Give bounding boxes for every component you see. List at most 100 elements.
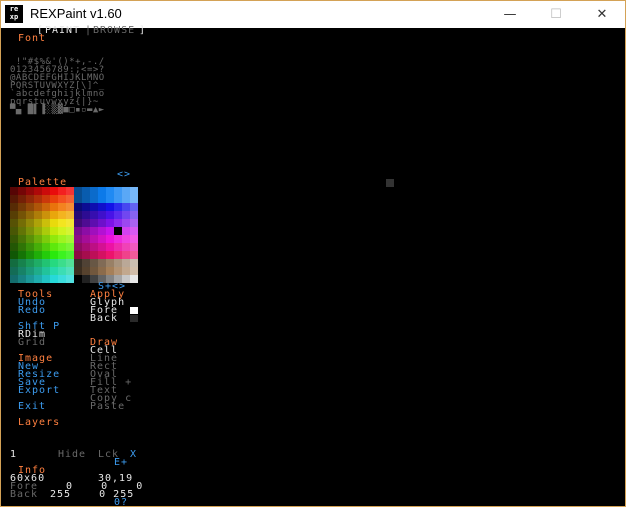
minimize-button[interactable]: — xyxy=(487,1,533,28)
palette-swatch[interactable] xyxy=(90,203,98,211)
palette-swatch[interactable] xyxy=(106,227,114,235)
palette-swatch[interactable] xyxy=(34,275,42,283)
palette-swatch[interactable] xyxy=(98,203,106,211)
palette-swatch[interactable] xyxy=(34,227,42,235)
palette-swatch[interactable] xyxy=(82,227,90,235)
palette-swatch[interactable] xyxy=(58,227,66,235)
palette-swatch[interactable] xyxy=(122,235,130,243)
palette-swatch[interactable] xyxy=(10,235,18,243)
palette-swatch[interactable] xyxy=(114,243,122,251)
palette-swatch[interactable] xyxy=(42,187,50,195)
redo-button[interactable]: Redo xyxy=(18,306,46,316)
palette-swatch[interactable] xyxy=(66,259,74,267)
palette-swatch[interactable] xyxy=(114,235,122,243)
palette-swatch[interactable] xyxy=(34,243,42,251)
palette-swatch[interactable] xyxy=(42,219,50,227)
palette-swatch[interactable] xyxy=(122,243,130,251)
palette-swatch[interactable] xyxy=(42,275,50,283)
palette-swatch[interactable] xyxy=(66,251,74,259)
palette-swatch[interactable] xyxy=(50,235,58,243)
palette-swatch[interactable] xyxy=(26,203,34,211)
palette-swatch[interactable] xyxy=(18,267,26,275)
palette-swatch[interactable] xyxy=(122,203,130,211)
palette-swatch[interactable] xyxy=(82,211,90,219)
palette-swatch[interactable] xyxy=(106,267,114,275)
palette-swatch[interactable] xyxy=(74,251,82,259)
palette-swatch[interactable] xyxy=(90,275,98,283)
palette-swatch[interactable] xyxy=(58,203,66,211)
palette-swatch[interactable] xyxy=(66,267,74,275)
palette-swatch[interactable] xyxy=(10,259,18,267)
palette-swatch[interactable] xyxy=(50,275,58,283)
palette-swatch[interactable] xyxy=(90,211,98,219)
palette-swatch[interactable] xyxy=(114,195,122,203)
palette-color-grid[interactable] xyxy=(10,187,138,283)
palette-swatch[interactable] xyxy=(106,219,114,227)
palette-swatch[interactable] xyxy=(50,259,58,267)
palette-swatch[interactable] xyxy=(106,259,114,267)
draw-paste-tool[interactable]: Paste xyxy=(90,402,125,412)
back-color-swatch[interactable] xyxy=(130,315,138,322)
palette-swatch[interactable] xyxy=(66,203,74,211)
palette-swatch[interactable] xyxy=(82,259,90,267)
palette-swatch[interactable] xyxy=(58,243,66,251)
palette-swatch[interactable] xyxy=(98,219,106,227)
palette-swatch[interactable] xyxy=(10,275,18,283)
palette-swatch[interactable] xyxy=(26,259,34,267)
palette-swatch[interactable] xyxy=(50,227,58,235)
palette-swatch[interactable] xyxy=(34,219,42,227)
palette-swatch[interactable] xyxy=(74,187,82,195)
palette-swatch[interactable] xyxy=(58,235,66,243)
palette-swatch[interactable] xyxy=(42,267,50,275)
palette-swatch[interactable] xyxy=(122,259,130,267)
palette-swatch[interactable] xyxy=(130,227,138,235)
palette-swatch[interactable] xyxy=(18,235,26,243)
palette-swatch[interactable] xyxy=(42,227,50,235)
palette-swatch[interactable] xyxy=(130,203,138,211)
palette-swatch[interactable] xyxy=(34,187,42,195)
palette-swatch[interactable] xyxy=(58,211,66,219)
palette-swatch[interactable] xyxy=(34,203,42,211)
palette-swatch[interactable] xyxy=(26,267,34,275)
palette-swatch[interactable] xyxy=(50,187,58,195)
palette-swatch[interactable] xyxy=(122,187,130,195)
palette-swatch[interactable] xyxy=(26,211,34,219)
palette-swatch[interactable] xyxy=(98,235,106,243)
palette-swatch[interactable] xyxy=(18,219,26,227)
palette-swatch[interactable] xyxy=(106,203,114,211)
palette-swatch[interactable] xyxy=(130,211,138,219)
palette-swatch[interactable] xyxy=(74,203,82,211)
palette-swatch[interactable] xyxy=(98,243,106,251)
palette-swatch[interactable] xyxy=(98,227,106,235)
palette-swatch[interactable] xyxy=(66,275,74,283)
palette-swatch[interactable] xyxy=(34,251,42,259)
palette-swatch[interactable] xyxy=(66,235,74,243)
palette-swatch[interactable] xyxy=(98,251,106,259)
palette-swatch[interactable] xyxy=(130,219,138,227)
palette-swatch[interactable] xyxy=(114,251,122,259)
palette-swatch[interactable] xyxy=(18,187,26,195)
palette-swatch[interactable] xyxy=(90,251,98,259)
palette-swatch[interactable] xyxy=(10,267,18,275)
palette-swatch[interactable] xyxy=(74,227,82,235)
palette-swatch[interactable] xyxy=(10,195,18,203)
palette-swatch[interactable] xyxy=(58,267,66,275)
palette-nav-arrows[interactable]: <> xyxy=(117,170,131,180)
palette-swatch[interactable] xyxy=(66,195,74,203)
palette-swatch[interactable] xyxy=(74,243,82,251)
palette-swatch[interactable] xyxy=(50,203,58,211)
palette-swatch[interactable] xyxy=(122,251,130,259)
palette-swatch[interactable] xyxy=(34,211,42,219)
palette-swatch[interactable] xyxy=(90,187,98,195)
palette-swatch[interactable] xyxy=(58,275,66,283)
layer-delete-button[interactable]: X xyxy=(130,450,137,460)
palette-swatch[interactable] xyxy=(58,195,66,203)
palette-swatch[interactable] xyxy=(50,219,58,227)
palette-swatch[interactable] xyxy=(90,243,98,251)
palette-swatch[interactable] xyxy=(26,251,34,259)
palette-swatch[interactable] xyxy=(130,275,138,283)
close-button[interactable]: ✕ xyxy=(579,1,625,28)
palette-swatch[interactable] xyxy=(82,243,90,251)
palette-swatch[interactable] xyxy=(106,235,114,243)
palette-swatch[interactable] xyxy=(10,187,18,195)
